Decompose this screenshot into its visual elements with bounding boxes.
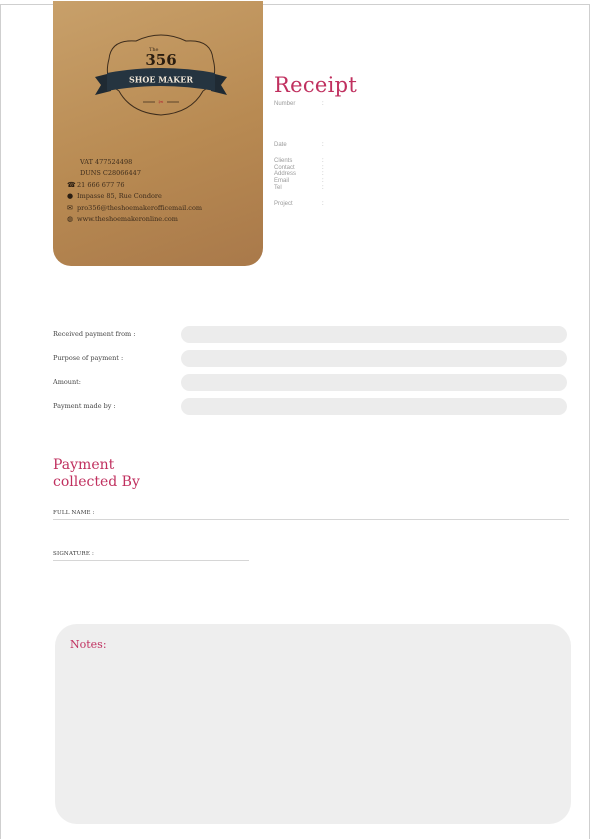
receipt-title: Receipt [274,73,358,97]
payment-details: Received payment from : Purpose of payme… [53,322,567,418]
collected-title-line1: Payment [53,457,115,473]
full-name-label: FULL NAME : [53,510,95,516]
phone-line: ☎ 21 666 677 76 [67,180,255,191]
website-line: ◍ www.theshoemakeronline.com [67,214,255,225]
client-row: Clients: [274,158,324,165]
notes-box[interactable]: Notes: [55,624,571,824]
location-pin-icon: ● [67,192,74,201]
address-row: Address: [274,171,324,178]
website-text: www.theshoemakeronline.com [77,215,178,224]
shoemaker-logo: The 356 SHOE MAKER ✂ [95,34,227,116]
notes-title: Notes: [70,638,107,651]
full-name-field[interactable]: FULL NAME : [53,510,569,520]
number-label: Number [274,101,296,107]
svg-text:356: 356 [145,51,176,69]
project-label: Project [274,201,293,208]
email-text: pro356@theshoemakerofficemail.com [77,203,203,212]
phone-icon: ☎ [67,180,76,189]
tel-row: Tel: [274,184,324,191]
address-line: ● Impasse 85, Rue Condore [67,191,255,202]
globe-icon: ◍ [67,215,74,224]
email-icon: ✉ [67,203,73,212]
company-number: DUNS C28066447 [80,169,141,178]
received-from-field[interactable] [181,325,567,343]
amount-label: Amount: [53,378,81,386]
purpose-field[interactable] [181,349,567,367]
amount-field[interactable] [181,373,567,391]
tel-label: Tel [274,184,282,191]
email-row: Email: [274,177,324,184]
payment-method-field[interactable] [181,397,567,415]
number-row: Number: [274,101,324,107]
receipt-page: The 356 SHOE MAKER ✂ VAT 477524498 DUNS … [0,1,590,839]
purpose-row: Purpose of payment : [53,346,567,370]
collected-by-title: Payment collected By [53,457,140,491]
project-row: Project: [274,201,324,208]
vat-number: VAT 477524498 [80,158,133,166]
payment-method-label: Payment made by : [53,402,116,410]
received-from-label: Received payment from : [53,330,136,338]
purpose-label: Purpose of payment : [53,354,124,362]
contact-row: Contact: [274,164,324,171]
brand-contact-block: VAT 477524498 DUNS C28066447 ☎ 21 666 677… [67,157,255,225]
address-text: Impasse 85, Rue Condore [77,192,162,201]
clients-label: Clients [274,158,293,165]
received-from-row: Received payment from : [53,322,567,346]
date-row: Date: [274,141,324,148]
brand-card: The 356 SHOE MAKER ✂ VAT 477524498 DUNS … [53,1,263,266]
email-line: ✉ pro356@theshoemakerofficemail.com [67,203,255,214]
payment-method-row: Payment made by : [53,394,567,418]
svg-text:SHOE MAKER: SHOE MAKER [129,75,193,85]
email-label: Email [274,177,290,184]
amount-row: Amount: [53,370,567,394]
signature-label: SIGNATURE : [53,551,95,557]
svg-text:✂: ✂ [158,99,163,106]
phone-text: 21 666 677 76 [77,180,125,189]
signature-field[interactable]: SIGNATURE : [53,551,249,561]
receipt-fields: Number: Date: Clients: Contact: Address:… [274,101,328,208]
date-label: Date [274,141,287,148]
address-label: Address [274,171,297,178]
contact-label: Contact [274,164,295,171]
collected-title-line2: collected By [53,474,140,490]
